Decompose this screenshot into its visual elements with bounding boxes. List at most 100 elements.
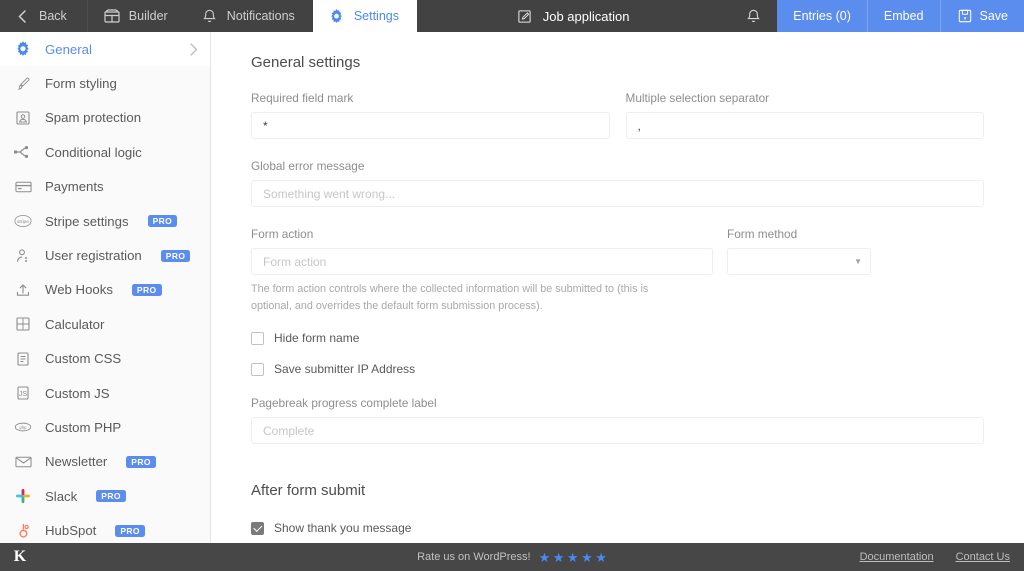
save-submitter-ip-label: Save submitter IP Address <box>274 362 416 377</box>
logic-icon <box>13 142 33 162</box>
pro-badge: PRO <box>147 215 178 228</box>
sidebar-item-label: Newsletter <box>45 454 108 470</box>
tab-builder[interactable]: Builder <box>88 0 186 32</box>
sidebar-item-spam-protection[interactable]: Spam protection <box>0 101 210 135</box>
field-row-top: Required field mark Multiple selection s… <box>251 91 984 139</box>
save-submitter-ip-checkbox[interactable] <box>251 362 264 376</box>
sidebar-item-custom-css[interactable]: Custom CSS <box>0 342 210 376</box>
embed-button[interactable]: Embed <box>866 0 940 32</box>
floppy-disk-icon <box>957 8 973 24</box>
stripe-icon: stripe <box>13 211 33 231</box>
tab-notifications[interactable]: Notifications <box>186 0 313 32</box>
sidebar-item-label: Stripe settings <box>45 213 129 229</box>
top-bar: Back Builder Notifications Settings Job … <box>0 0 1024 32</box>
sidebar-item-conditional-logic[interactable]: Conditional logic <box>0 135 210 169</box>
pagebreak-label-input[interactable] <box>251 417 984 445</box>
sidebar-item-label: Web Hooks <box>45 282 113 298</box>
star-icon[interactable]: ★ <box>553 551 565 564</box>
sidebar-item-label: User registration <box>45 248 142 264</box>
entries-button[interactable]: Entries (0) <box>777 0 867 32</box>
sidebar-item-label: Custom CSS <box>45 351 122 367</box>
tab-notifications-label: Notifications <box>226 9 295 23</box>
star-icon[interactable]: ★ <box>595 551 607 564</box>
documentation-link[interactable]: Documentation <box>860 551 934 563</box>
sidebar-item-payments[interactable]: Payments <box>0 170 210 204</box>
pro-badge: PRO <box>131 283 162 296</box>
form-method-select[interactable] <box>727 248 871 275</box>
sidebar-item-label: Custom JS <box>45 385 110 401</box>
required-field-mark-input[interactable] <box>251 112 610 139</box>
form-action-row: Form action The form action controls whe… <box>251 227 984 314</box>
sidebar-item-label: Form styling <box>45 76 117 92</box>
tab-settings[interactable]: Settings <box>312 0 417 32</box>
show-thank-you-checkbox[interactable] <box>251 521 264 535</box>
global-error-message-label: Global error message <box>251 159 365 173</box>
save-submitter-ip-row[interactable]: Save submitter IP Address <box>251 362 984 376</box>
sidebar-item-user-registration[interactable]: User registration PRO <box>0 238 210 272</box>
pro-badge: PRO <box>160 249 191 262</box>
show-thank-you-label: Show thank you message <box>274 521 412 536</box>
form-action-group: Form action The form action controls whe… <box>251 227 713 314</box>
edit-pencil-icon <box>517 8 533 24</box>
sidebar-item-stripe-settings[interactable]: stripe Stripe settings PRO <box>0 204 210 238</box>
bell-icon <box>745 8 761 24</box>
form-title: Job application <box>542 8 630 24</box>
settings-content: General settings Required field mark Mul… <box>211 32 1024 543</box>
sidebar-item-web-hooks[interactable]: Web Hooks PRO <box>0 273 210 307</box>
star-icon[interactable]: ★ <box>567 551 579 564</box>
top-bar-tabs: Back Builder Notifications Settings <box>0 0 417 32</box>
after-form-submit-title: After form submit <box>251 482 366 500</box>
sidebar-item-label: Conditional logic <box>45 144 142 160</box>
back-button[interactable]: Back <box>0 0 88 32</box>
js-doc-icon: JS <box>13 383 33 403</box>
pro-badge: PRO <box>126 455 156 468</box>
sidebar-item-label: Custom PHP <box>45 419 122 435</box>
form-action-label: Form action <box>251 227 314 241</box>
user-icon <box>13 246 33 266</box>
hide-form-name-checkbox[interactable] <box>251 331 264 345</box>
sidebar-item-custom-js[interactable]: JS Custom JS <box>0 376 210 410</box>
css-doc-icon <box>13 349 33 369</box>
required-field-mark-group: Required field mark <box>251 91 610 139</box>
form-action-input[interactable] <box>251 248 713 275</box>
multiple-selection-separator-input[interactable] <box>625 112 984 139</box>
sidebar-item-general[interactable]: General <box>0 32 210 67</box>
show-thank-you-row[interactable]: Show thank you message <box>251 521 984 535</box>
hubspot-icon <box>13 521 33 541</box>
sidebar-item-slack[interactable]: Slack PRO <box>0 479 210 513</box>
sidebar-item-label: Spam protection <box>45 110 142 126</box>
form-method-group: Form method ▼ <box>727 227 871 275</box>
sidebar-item-custom-php[interactable]: php Custom PHP <box>0 410 210 444</box>
entries-label: Entries (0) <box>793 9 851 23</box>
form-action-help-text: The form action controls where the colle… <box>251 283 649 312</box>
chevron-left-icon <box>14 8 30 24</box>
multiple-selection-separator-group: Multiple selection separator <box>625 91 984 139</box>
hide-form-name-label: Hide form name <box>274 331 360 346</box>
notification-bell-button[interactable] <box>729 0 777 32</box>
footer-bar: K Rate us on WordPress! ★ ★ ★ ★ ★ Docume… <box>0 543 1024 571</box>
brush-icon <box>13 74 33 94</box>
rating-stars[interactable]: ★ ★ ★ ★ ★ <box>539 551 607 564</box>
sidebar-item-form-styling[interactable]: Form styling <box>0 66 210 100</box>
global-error-message-input[interactable] <box>251 180 984 207</box>
tab-settings-label: Settings <box>353 9 399 23</box>
sidebar-item-calculator[interactable]: Calculator <box>0 307 210 341</box>
hide-form-name-row[interactable]: Hide form name <box>251 331 984 345</box>
sidebar-item-label: Calculator <box>45 316 105 332</box>
star-icon[interactable]: ★ <box>581 551 593 564</box>
settings-sidebar: General Form styling Spam protection Con… <box>0 32 211 543</box>
page-title: General settings <box>251 54 361 71</box>
contact-us-link[interactable]: Contact Us <box>956 551 1010 563</box>
save-button[interactable]: Save <box>939 0 1024 32</box>
footer-links: Documentation Contact Us <box>860 551 1024 563</box>
star-icon[interactable]: ★ <box>539 551 551 564</box>
sidebar-item-hubspot[interactable]: HubSpot PRO <box>0 513 210 543</box>
sidebar-item-label: General <box>45 41 92 57</box>
sidebar-item-newsletter[interactable]: Newsletter PRO <box>0 445 210 479</box>
top-bar-actions: Entries (0) Embed Save <box>777 0 1024 32</box>
gear-icon <box>13 39 33 59</box>
form-title-wrap[interactable]: Job application <box>517 8 630 24</box>
app-root: Back Builder Notifications Settings Job … <box>0 0 1024 571</box>
envelope-icon <box>13 452 33 472</box>
php-eye-icon: php <box>13 417 33 437</box>
